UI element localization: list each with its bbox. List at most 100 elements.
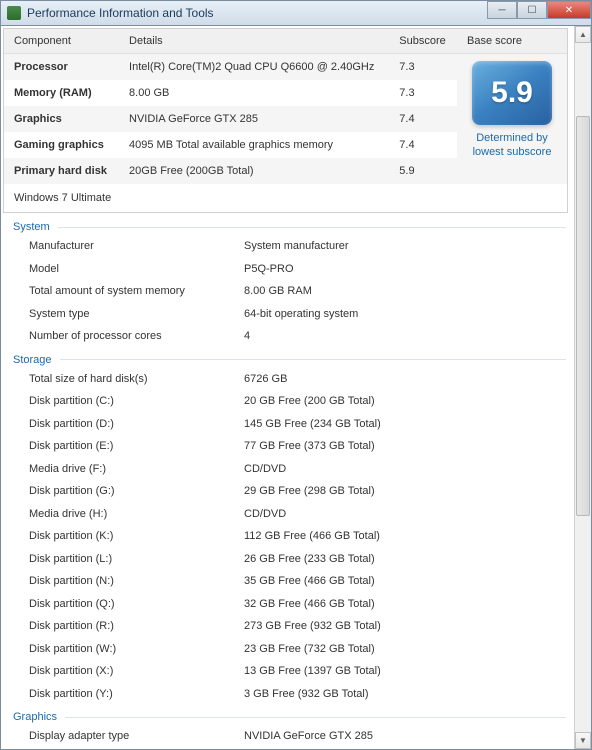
maximize-button[interactable]: ☐ [517,1,547,19]
details-cell: 20GB Free (200GB Total) [119,158,389,184]
info-value: 77 GB Free (373 GB Total) [244,438,574,455]
info-label: Disk partition (X:) [29,663,244,680]
base-score-badge-cell: 5.9 Determined by lowest subscore [457,54,567,185]
details-cell: 4095 MB Total available graphics memory [119,132,389,158]
info-label: Manufacturer [29,238,244,255]
info-label: Disk partition (R:) [29,618,244,635]
info-value: 23 GB Free (732 GB Total) [244,641,574,658]
app-icon [7,6,21,20]
info-label: Disk partition (L:) [29,551,244,568]
info-label: Disk partition (Y:) [29,686,244,703]
info-row: Total size of hard disk(s)6726 GB [1,368,574,391]
info-label: Number of processor cores [29,328,244,345]
info-label: Display adapter type [29,728,244,745]
section-graphics: Graphics [1,705,574,725]
info-row: Disk partition (Y:)3 GB Free (932 GB Tot… [1,683,574,706]
info-row: Media drive (H:)CD/DVD [1,503,574,526]
os-info: Windows 7 Ultimate [4,184,567,212]
info-row: System type64-bit operating system [1,303,574,326]
col-base: Base score [457,29,567,54]
content-area: Component Details Subscore Base score Pr… [0,26,592,750]
info-value: System manufacturer [244,238,574,255]
score-row: Processor Intel(R) Core(TM)2 Quad CPU Q6… [4,54,567,81]
component-cell: Memory (RAM) [4,80,119,106]
subscore-cell: 7.3 [389,54,457,81]
scrollbar[interactable]: ▲ ▼ [574,26,591,749]
info-label: Disk partition (D:) [29,416,244,433]
details-cell: NVIDIA GeForce GTX 285 [119,106,389,132]
info-row: Disk partition (E:)77 GB Free (373 GB To… [1,435,574,458]
subscore-cell: 5.9 [389,158,457,184]
scroll-down-button[interactable]: ▼ [575,732,591,749]
info-value: CD/DVD [244,506,574,523]
score-value: 5.9 [491,76,533,110]
close-button[interactable]: ✕ [547,1,591,19]
info-value: 4 [244,328,574,345]
info-row: Disk partition (Q:)32 GB Free (466 GB To… [1,593,574,616]
info-value: 6726 GB [244,371,574,388]
info-label: Media drive (H:) [29,506,244,523]
subscore-cell: 7.4 [389,106,457,132]
window-controls: ─ ☐ ✕ [487,1,591,19]
titlebar[interactable]: Performance Information and Tools ─ ☐ ✕ [0,0,592,26]
info-row: Total available graphics memory4095 MB [1,748,574,750]
info-row: ManufacturerSystem manufacturer [1,235,574,258]
info-label: Model [29,261,244,278]
info-label: Disk partition (Q:) [29,596,244,613]
info-value: CD/DVD [244,461,574,478]
info-row: Disk partition (C:)20 GB Free (200 GB To… [1,390,574,413]
component-cell: Gaming graphics [4,132,119,158]
info-value: 35 GB Free (466 GB Total) [244,573,574,590]
info-label: Disk partition (E:) [29,438,244,455]
info-value: 112 GB Free (466 GB Total) [244,528,574,545]
info-label: Total size of hard disk(s) [29,371,244,388]
info-value: 273 GB Free (932 GB Total) [244,618,574,635]
details-cell: 8.00 GB [119,80,389,106]
window-title: Performance Information and Tools [27,6,214,20]
info-label: Total amount of system memory [29,283,244,300]
info-row: ModelP5Q-PRO [1,258,574,281]
col-subscore: Subscore [389,29,457,54]
info-value: 145 GB Free (234 GB Total) [244,416,574,433]
info-value: 32 GB Free (466 GB Total) [244,596,574,613]
info-row: Disk partition (D:)145 GB Free (234 GB T… [1,413,574,436]
info-value: 64-bit operating system [244,306,574,323]
info-row: Disk partition (X:)13 GB Free (1397 GB T… [1,660,574,683]
info-row: Disk partition (G:)29 GB Free (298 GB To… [1,480,574,503]
info-label: Disk partition (G:) [29,483,244,500]
col-details: Details [119,29,389,54]
details-cell: Intel(R) Core(TM)2 Quad CPU Q6600 @ 2.40… [119,54,389,81]
minimize-button[interactable]: ─ [487,1,517,19]
component-cell: Processor [4,54,119,81]
score-badge: 5.9 [472,61,552,125]
info-label: Disk partition (K:) [29,528,244,545]
info-value: 8.00 GB RAM [244,283,574,300]
info-row: Disk partition (N:)35 GB Free (466 GB To… [1,570,574,593]
col-component: Component [4,29,119,54]
info-label: Disk partition (C:) [29,393,244,410]
score-caption: Determined by lowest subscore [467,131,557,160]
info-value: NVIDIA GeForce GTX 285 [244,728,574,745]
info-row: Display adapter typeNVIDIA GeForce GTX 2… [1,725,574,748]
info-row: Disk partition (W:)23 GB Free (732 GB To… [1,638,574,661]
info-row: Number of processor cores4 [1,325,574,348]
info-value: 3 GB Free (932 GB Total) [244,686,574,703]
info-value: 29 GB Free (298 GB Total) [244,483,574,500]
info-value: 20 GB Free (200 GB Total) [244,393,574,410]
section-system: System [1,215,574,235]
component-cell: Primary hard disk [4,158,119,184]
info-row: Total amount of system memory8.00 GB RAM [1,280,574,303]
info-value: 26 GB Free (233 GB Total) [244,551,574,568]
scroll-thumb[interactable] [576,116,590,516]
info-value: P5Q-PRO [244,261,574,278]
subscore-cell: 7.4 [389,132,457,158]
subscore-cell: 7.3 [389,80,457,106]
info-label: Disk partition (W:) [29,641,244,658]
info-row: Disk partition (R:)273 GB Free (932 GB T… [1,615,574,638]
info-value: 13 GB Free (1397 GB Total) [244,663,574,680]
component-cell: Graphics [4,106,119,132]
scroll-up-button[interactable]: ▲ [575,26,591,43]
info-label: System type [29,306,244,323]
section-storage: Storage [1,348,574,368]
info-label: Media drive (F:) [29,461,244,478]
